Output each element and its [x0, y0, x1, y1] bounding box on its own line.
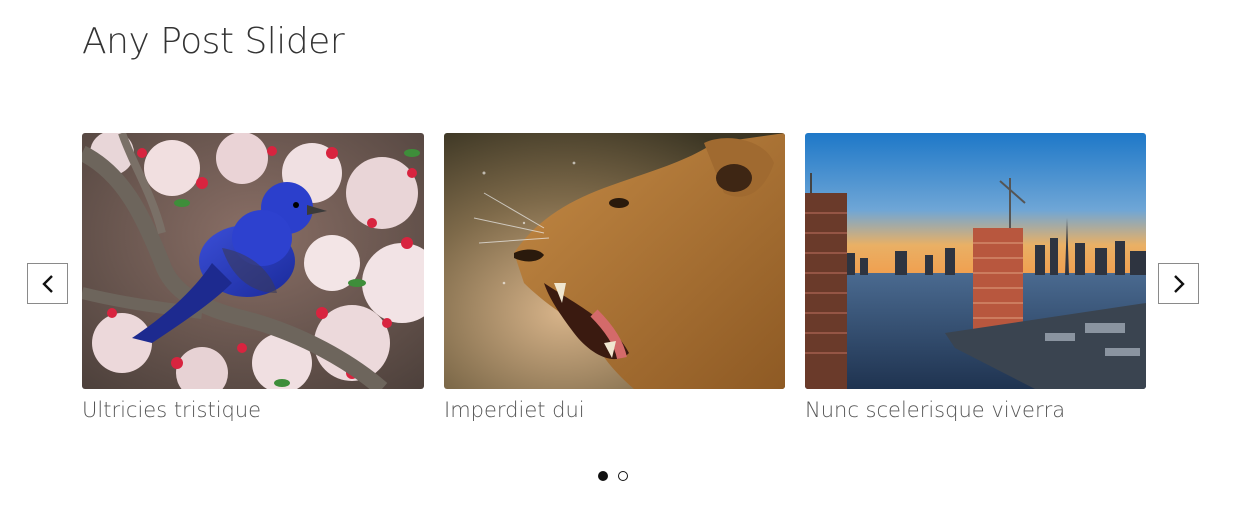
slide-item[interactable]: Imperdiet dui [444, 133, 785, 425]
page-title: Any Post Slider [82, 21, 345, 62]
slide-caption[interactable]: Nunc scelerisque viverra [805, 395, 1146, 425]
slide-image-bird[interactable] [82, 133, 424, 389]
slider-page: Any Post Slider Ultricies tristique Impe… [0, 0, 1241, 527]
slide-item[interactable]: Nunc scelerisque viverra [805, 133, 1146, 425]
previous-slide-button[interactable] [27, 263, 68, 304]
slide-image-skyline[interactable] [805, 133, 1146, 389]
chevron-right-icon [1173, 274, 1185, 293]
pagination-dots [598, 471, 628, 481]
slide-caption[interactable]: Ultricies tristique [82, 395, 424, 425]
slide-image-lioness[interactable] [444, 133, 785, 389]
pagination-dot-1[interactable] [598, 471, 608, 481]
pagination-dot-2[interactable] [618, 471, 628, 481]
chevron-left-icon [41, 274, 53, 293]
slide-caption[interactable]: Imperdiet dui [444, 395, 785, 425]
next-slide-button[interactable] [1158, 263, 1199, 304]
slide-item[interactable]: Ultricies tristique [82, 133, 424, 425]
